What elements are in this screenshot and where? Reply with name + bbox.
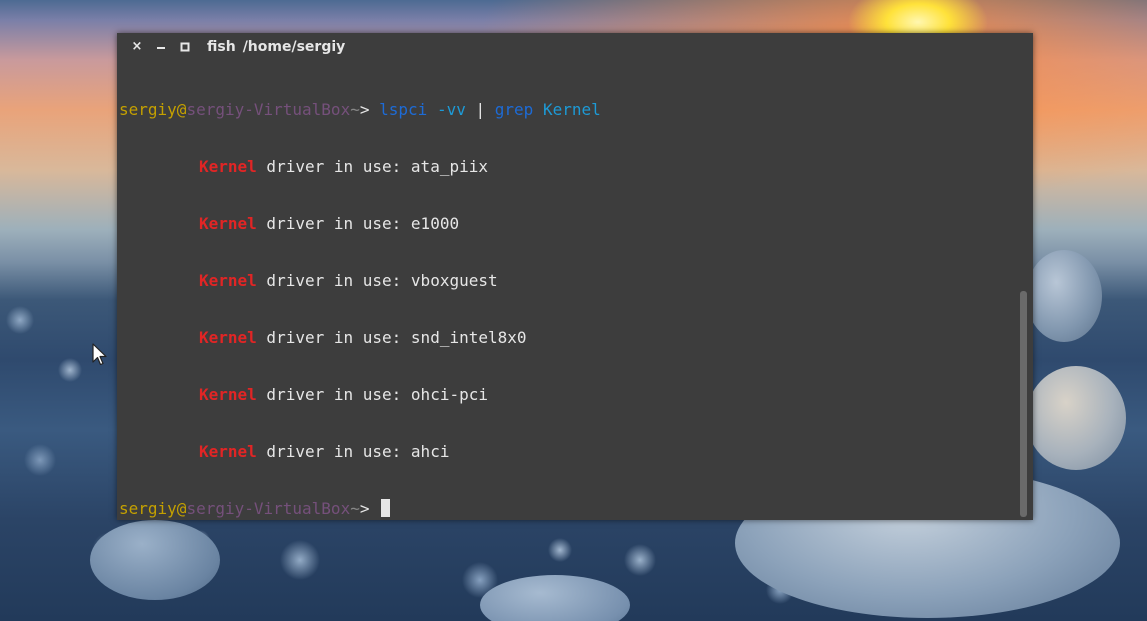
output-line: Kernel driver in use: snd_intel8x0 <box>119 328 1017 347</box>
command-line: sergiy@sergiy-VirtualBox~> lspci -vv | g… <box>119 100 1017 119</box>
output-text: driver in use: ata_piix <box>256 157 488 176</box>
output-text: driver in use: ahci <box>256 442 450 461</box>
output-line: Kernel driver in use: ahci <box>119 442 1017 461</box>
output-text: driver in use: snd_intel8x0 <box>256 328 527 347</box>
prompt-symbol: > <box>359 100 370 119</box>
prompt-cwd: ~ <box>350 100 360 119</box>
command-name: lspci <box>379 100 428 119</box>
wallpaper-stone <box>1026 366 1126 470</box>
vertical-scrollbar[interactable] <box>1020 291 1027 517</box>
window-title-path: /home/sergiy <box>242 39 346 55</box>
output-keyword: Kernel <box>199 157 257 176</box>
output-text: driver in use: e1000 <box>256 214 460 233</box>
prompt-host: sergiy-VirtualBox <box>186 100 351 119</box>
command-pipe: | <box>475 100 486 119</box>
prompt-user: sergiy <box>119 100 177 119</box>
maximize-icon[interactable] <box>173 33 197 61</box>
prompt-at: @ <box>176 499 187 518</box>
terminal-content[interactable]: sergiy@sergiy-VirtualBox~> lspci -vv | g… <box>119 62 1017 556</box>
output-text: driver in use: ohci-pci <box>256 385 488 404</box>
minimize-icon[interactable] <box>149 33 173 61</box>
output-line: Kernel driver in use: ata_piix <box>119 157 1017 176</box>
command-argument: -vv <box>436 100 466 119</box>
text-cursor[interactable] <box>381 499 391 517</box>
mouse-pointer-icon <box>92 343 107 366</box>
output-text: driver in use: vboxguest <box>256 271 498 290</box>
output-keyword: Kernel <box>199 328 257 347</box>
window-title-app: fish <box>207 39 236 55</box>
output-keyword: Kernel <box>199 214 257 233</box>
output-line: Kernel driver in use: e1000 <box>119 214 1017 233</box>
prompt-cwd: ~ <box>350 499 360 518</box>
window-title: fish/home/sergiy <box>207 33 345 61</box>
output-keyword: Kernel <box>199 385 257 404</box>
output-keyword: Kernel <box>199 442 257 461</box>
prompt-host: sergiy-VirtualBox <box>186 499 351 518</box>
window-titlebar[interactable]: × fish/home/sergiy <box>117 33 1033 61</box>
active-prompt-line[interactable]: sergiy@sergiy-VirtualBox~> <box>119 499 1017 518</box>
terminal-window[interactable]: × fish/home/sergiy sergiy@sergiy-Virtual… <box>117 33 1033 520</box>
prompt-symbol: > <box>359 499 370 518</box>
prompt-at: @ <box>176 100 187 119</box>
output-line: Kernel driver in use: ohci-pci <box>119 385 1017 404</box>
prompt-user: sergiy <box>119 499 177 518</box>
command-name: grep <box>494 100 534 119</box>
output-line: Kernel driver in use: vboxguest <box>119 271 1017 290</box>
wallpaper-stone <box>1026 250 1102 342</box>
close-icon[interactable]: × <box>125 33 149 61</box>
command-argument: Kernel <box>542 100 601 119</box>
output-keyword: Kernel <box>199 271 257 290</box>
